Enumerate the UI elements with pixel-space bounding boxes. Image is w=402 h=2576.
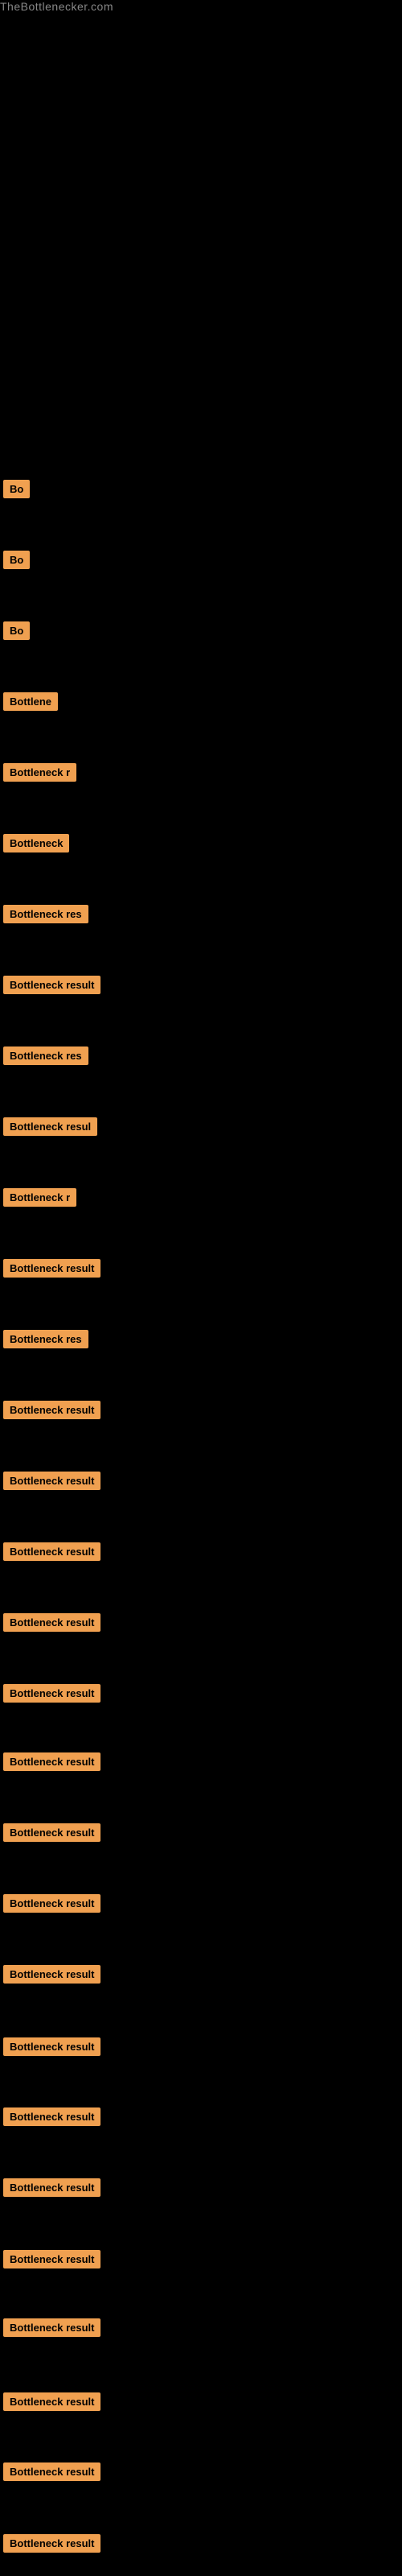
bottleneck-result-label: Bottleneck result — [3, 1542, 100, 1561]
bottleneck-result-label: Bottleneck result — [3, 1613, 100, 1632]
bottleneck-result-label: Bottleneck r — [3, 763, 76, 782]
bottleneck-result-label: Bo — [3, 480, 30, 498]
bottleneck-result-label: Bottleneck result — [3, 2534, 100, 2553]
bottleneck-result-label: Bottleneck result — [3, 2462, 100, 2481]
bottleneck-result-label: Bottleneck resul — [3, 1117, 97, 1136]
bottleneck-result-label: Bottleneck result — [3, 1259, 100, 1278]
bottleneck-result-label: Bottleneck result — [3, 1752, 100, 1771]
bottleneck-result-label: Bottleneck res — [3, 1046, 88, 1065]
bottleneck-result-label: Bottleneck result — [3, 1684, 100, 1703]
bottleneck-result-label: Bottlene — [3, 692, 58, 711]
bottleneck-result-label: Bottleneck result — [3, 1894, 100, 1913]
bottleneck-result-label: Bottleneck result — [3, 1401, 100, 1419]
bottleneck-result-label: Bo — [3, 551, 30, 569]
bottleneck-result-label: Bottleneck result — [3, 1965, 100, 1984]
bottleneck-result-label: Bottleneck result — [3, 2037, 100, 2056]
bottleneck-result-label: Bottleneck result — [3, 2318, 100, 2337]
bottleneck-result-label: Bottleneck result — [3, 976, 100, 994]
bottleneck-result-label: Bottleneck result — [3, 1472, 100, 1490]
bottleneck-result-label: Bottleneck — [3, 834, 69, 852]
bottleneck-result-label: Bottleneck result — [3, 2392, 100, 2411]
bottleneck-result-label: Bottleneck r — [3, 1188, 76, 1207]
bottleneck-result-label: Bottleneck result — [3, 1823, 100, 1842]
bottleneck-result-label: Bottleneck res — [3, 1330, 88, 1348]
bottleneck-result-label: Bo — [3, 621, 30, 640]
bottleneck-result-label: Bottleneck res — [3, 905, 88, 923]
bottleneck-result-label: Bottleneck result — [3, 2107, 100, 2126]
bottleneck-result-label: Bottleneck result — [3, 2178, 100, 2197]
bottleneck-result-label: Bottleneck result — [3, 2250, 100, 2268]
site-title: TheBottlenecker.com — [0, 0, 402, 14]
